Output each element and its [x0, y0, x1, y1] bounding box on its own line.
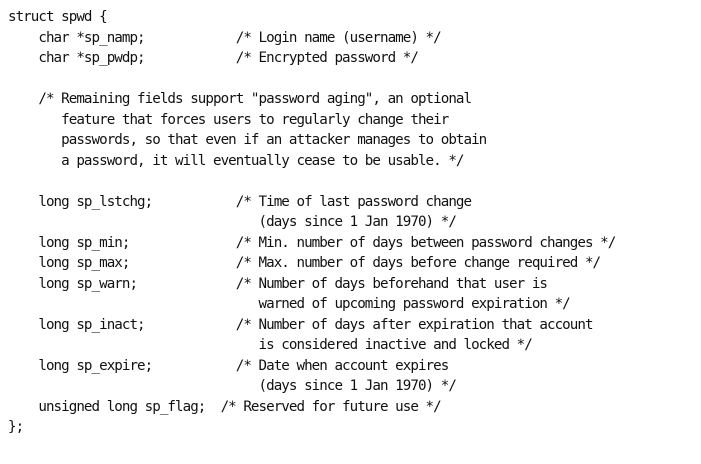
code-line-sp-lstchg: long sp_lstchg; /* Time of last password…: [8, 193, 472, 210]
code-line-sp-min: long sp_min; /* Min. number of days betw…: [8, 234, 616, 251]
code-line-sp-lstchg-cont: (days since 1 Jan 1970) */: [8, 214, 457, 230]
code-line-sp-max: long sp_max; /* Max. number of days befo…: [8, 255, 601, 271]
code-line-sp-warn: long sp_warn; /* Number of days beforeha…: [8, 275, 548, 292]
code-line-sp-inact-cont: is considered inactive and locked */: [8, 337, 533, 353]
code-comment-line: /* Remaining fields support "password ag…: [8, 91, 472, 107]
code-line-sp-pwdp: char *sp_pwdp; /* Encrypted password */: [8, 50, 419, 66]
code-listing: struct spwd { char *sp_namp; /* Login na…: [8, 7, 698, 438]
code-line-struct-close: };: [8, 419, 24, 435]
code-line-sp-namp: char *sp_namp; /* Login name (username) …: [8, 29, 441, 46]
code-line-sp-warn-cont: warned of upcoming password expiration *…: [8, 296, 571, 312]
code-line-sp-expire-cont: (days since 1 Jan 1970) */: [8, 378, 457, 394]
code-comment-line: feature that forces users to regularly c…: [8, 111, 449, 128]
code-comment-line: passwords, so that even if an attacker m…: [8, 132, 487, 148]
code-line-sp-inact: long sp_inact; /* Number of days after e…: [8, 316, 593, 333]
code-comment-line: a password, it will eventually cease to …: [8, 152, 464, 169]
code-line-sp-flag: unsigned long sp_flag; /* Reserved for f…: [8, 398, 441, 415]
code-line-struct-open: struct spwd {: [8, 9, 108, 25]
code-line-sp-expire: long sp_expire; /* Date when account exp…: [8, 357, 449, 374]
